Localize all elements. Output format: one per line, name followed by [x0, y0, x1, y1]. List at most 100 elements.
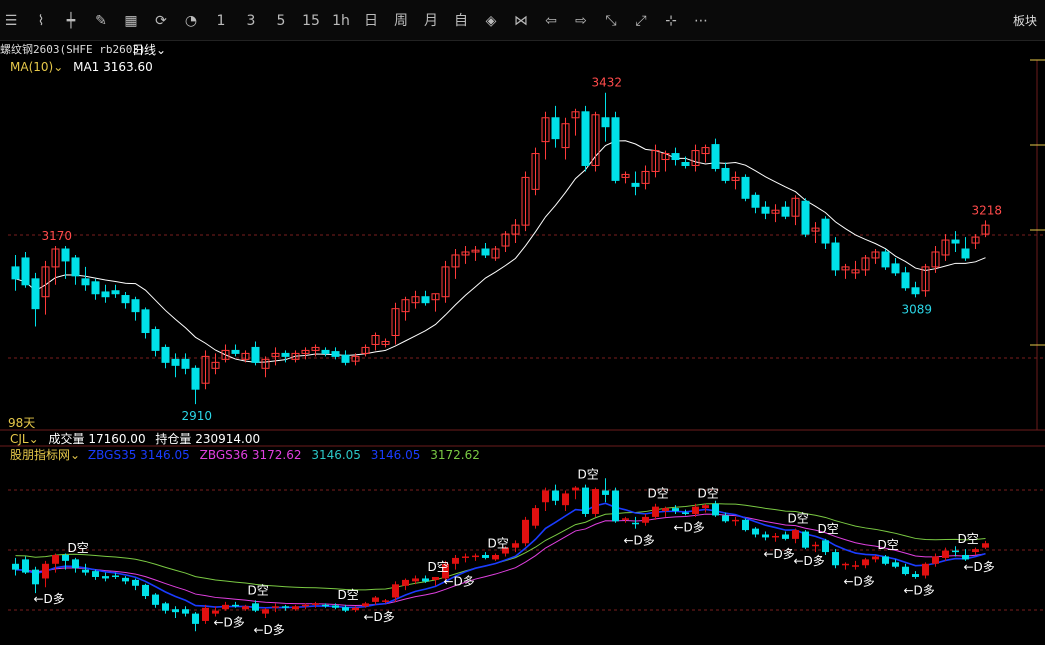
candle-body [601, 117, 610, 128]
arrow-left-icon[interactable]: ⇦ [540, 10, 562, 32]
signal-body [582, 487, 589, 514]
green-line [15, 503, 986, 591]
signal-body [872, 556, 879, 560]
candle-body [511, 224, 520, 235]
candle-body [121, 295, 130, 304]
candle-body [41, 266, 50, 298]
signal-body [652, 506, 659, 517]
volume-select[interactable]: CJL [10, 432, 29, 446]
ma-select[interactable]: MA(10) [10, 60, 53, 74]
signal-body [632, 522, 639, 525]
list-icon[interactable]: ☰ [0, 10, 22, 32]
long-signal-label: ←D多 [764, 547, 795, 561]
signal-body [602, 490, 609, 495]
signal-body [252, 603, 259, 611]
short-signal-label: D空 [958, 532, 979, 546]
candle-body [751, 194, 760, 208]
price-chart[interactable]: 3432 3170 3218 2910 3089 D空 D空 D空 D空 D空 D空 D空 D空 D空 D空… [0, 0, 1045, 645]
indicator-value-4: 3146.05 [370, 448, 421, 462]
period-1[interactable]: 1 [210, 10, 232, 32]
signal-body [772, 535, 779, 538]
indicator-value-3: 3146.05 [311, 448, 361, 462]
signal-body [682, 512, 689, 514]
ma1-value: MA1 3163.60 [73, 60, 153, 74]
period-周[interactable]: 周 [390, 10, 412, 32]
keyboard-icon[interactable]: ▦ [120, 10, 142, 32]
period-月[interactable]: 月 [420, 10, 442, 32]
candle-body [371, 335, 380, 345]
sync-icon[interactable]: ⟳ [150, 10, 172, 32]
signal-body [332, 605, 339, 608]
candle-body [541, 117, 550, 143]
signal-body [562, 493, 569, 506]
diamond-left-icon[interactable]: ◈ [480, 10, 502, 32]
period-15[interactable]: 15 [300, 10, 322, 32]
signal-body [462, 556, 469, 558]
period-1h[interactable]: 1h [330, 10, 352, 32]
candle-body [241, 352, 250, 360]
candle-body [851, 269, 860, 274]
indicator-select[interactable]: 股朋指标网 [10, 448, 70, 462]
period-自[interactable]: 自 [450, 10, 472, 32]
candle-body [441, 266, 450, 298]
price-annotation: 3218 [972, 203, 1003, 217]
signal-body [142, 584, 149, 597]
price-annotation: 2910 [182, 409, 213, 423]
candle-body [841, 266, 850, 271]
long-signal-label: ←D多 [624, 534, 655, 548]
signal-body [882, 556, 889, 564]
candle-body [91, 281, 100, 295]
sector-button[interactable]: 板块 [1013, 12, 1037, 29]
signal-body [552, 490, 559, 501]
candle-body [631, 182, 640, 187]
candle-body [891, 263, 900, 274]
signal-body [182, 609, 189, 614]
signal-body [452, 557, 459, 564]
candle-body [111, 290, 120, 295]
signal-body [822, 540, 829, 553]
candle-body [791, 197, 800, 217]
signal-body [302, 604, 309, 607]
candle-body [771, 209, 780, 214]
open-interest-value: 持仓量 230914.00 [155, 432, 261, 446]
long-signal-label: ←D多 [34, 592, 65, 606]
cursor-icon[interactable]: ⊹ [660, 10, 682, 32]
arrow-right-icon[interactable]: ⇨ [570, 10, 592, 32]
period-日[interactable]: 日 [360, 10, 382, 32]
period-5[interactable]: 5 [270, 10, 292, 32]
more-icon[interactable]: ⋯ [690, 10, 712, 32]
candle-body [21, 257, 30, 286]
period-select[interactable]: 日线⌄ [132, 41, 166, 59]
bell-icon[interactable]: ◔ [180, 10, 202, 32]
short-signal-label: D空 [488, 537, 509, 551]
candle-body [201, 355, 210, 384]
candle-icon[interactable]: ┿ [60, 10, 82, 32]
period-3[interactable]: 3 [240, 10, 262, 32]
candle-body [621, 173, 630, 178]
candle-body [521, 176, 530, 226]
signal-body [712, 503, 719, 516]
signal-body [442, 563, 449, 579]
indicator-value-5: 3172.62 [430, 448, 480, 462]
candle-body [611, 117, 620, 181]
shrink-icon[interactable]: ⋈ [510, 10, 532, 32]
signal-body [22, 559, 29, 573]
draw-icon[interactable]: ✎ [90, 10, 112, 32]
candle-body [941, 239, 950, 256]
zoom-out-icon[interactable]: ⤢ [630, 10, 652, 32]
candle-body [731, 176, 740, 181]
candle-body [221, 349, 230, 360]
candle-body [401, 299, 410, 313]
candle-body [331, 351, 340, 357]
zoom-in-icon[interactable]: ⤡ [600, 10, 622, 32]
line-chart-icon[interactable]: ⌇ [30, 10, 52, 32]
signal-body [902, 566, 909, 575]
short-signal-label: D空 [338, 588, 359, 602]
candle-body [451, 254, 460, 268]
candle-body [491, 248, 500, 259]
signal-body [482, 555, 489, 558]
signal-body [432, 576, 439, 580]
signal-body [512, 543, 519, 548]
signal-body [122, 577, 129, 582]
signal-body [692, 506, 699, 514]
